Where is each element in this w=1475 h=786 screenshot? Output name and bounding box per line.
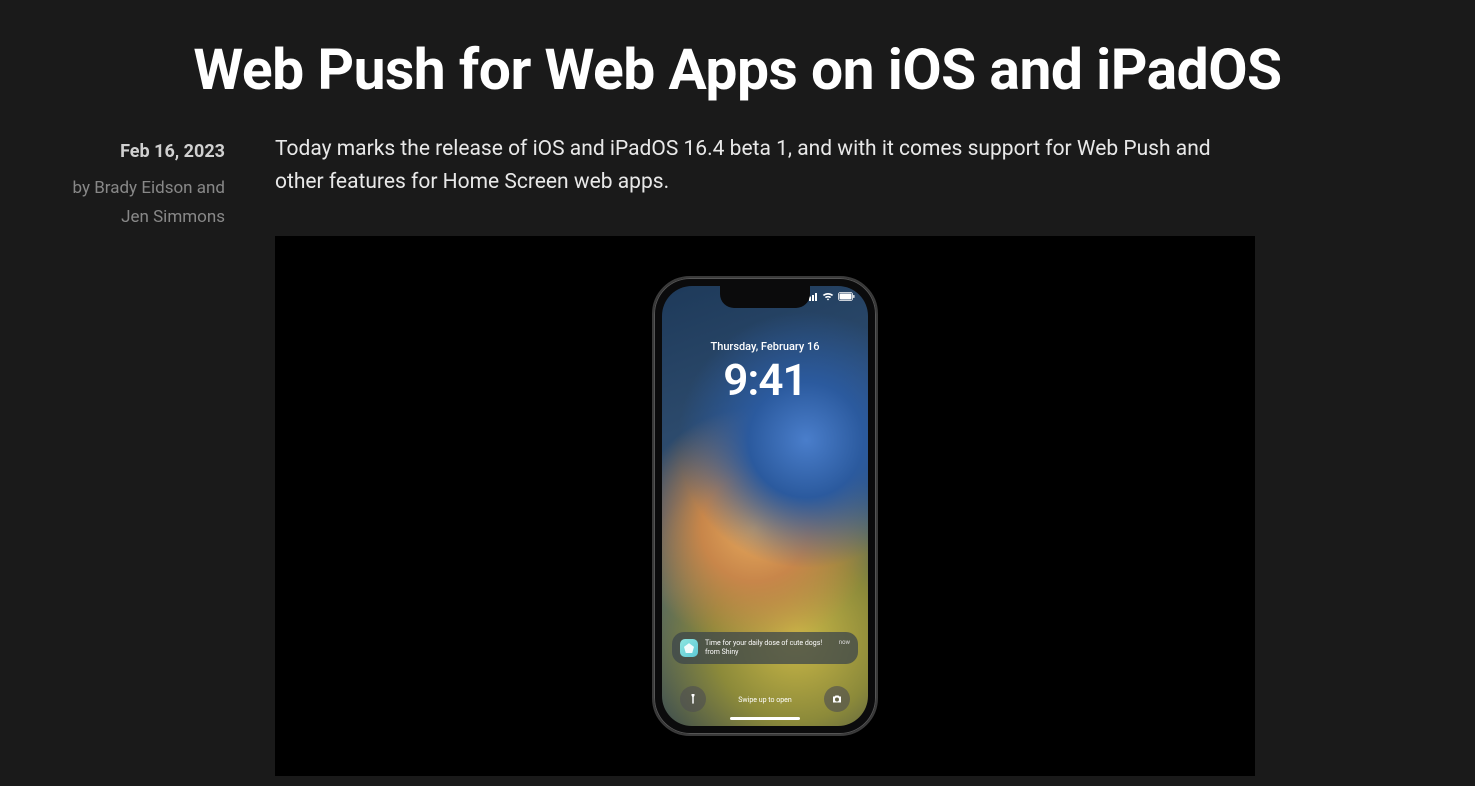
home-indicator	[730, 717, 800, 720]
lockscreen-time: 9:41	[662, 354, 868, 406]
post-date: Feb 16, 2023	[60, 141, 225, 162]
battery-icon	[838, 292, 856, 304]
notification-when: now	[839, 639, 850, 646]
iphone-mockup: Thursday, February 16 9:41 Time for your…	[652, 276, 878, 736]
push-notification: Time for your daily dose of cute dogs! f…	[672, 632, 858, 664]
main-column: Today marks the release of iOS and iPadO…	[275, 133, 1255, 776]
page-title: Web Push for Web Apps on iOS and iPadOS	[0, 0, 1475, 133]
wifi-icon	[822, 292, 834, 304]
hero-figure: Thursday, February 16 9:41 Time for your…	[275, 236, 1255, 776]
lockscreen-date: Thursday, February 16	[662, 340, 868, 353]
notification-text: Time for your daily dose of cute dogs! f…	[705, 639, 832, 657]
iphone-notch	[720, 286, 810, 308]
post-authors: by Brady Eidson and Jen Simmons	[60, 174, 225, 232]
swipe-hint: Swipe up to open	[662, 696, 868, 704]
intro-paragraph: Today marks the release of iOS and iPadO…	[275, 133, 1255, 198]
notification-app-icon	[680, 639, 698, 657]
iphone-screen: Thursday, February 16 9:41 Time for your…	[662, 286, 868, 726]
content-wrap: Feb 16, 2023 by Brady Eidson and Jen Sim…	[0, 133, 1475, 776]
status-bar	[806, 292, 856, 304]
post-meta: Feb 16, 2023 by Brady Eidson and Jen Sim…	[60, 133, 225, 776]
